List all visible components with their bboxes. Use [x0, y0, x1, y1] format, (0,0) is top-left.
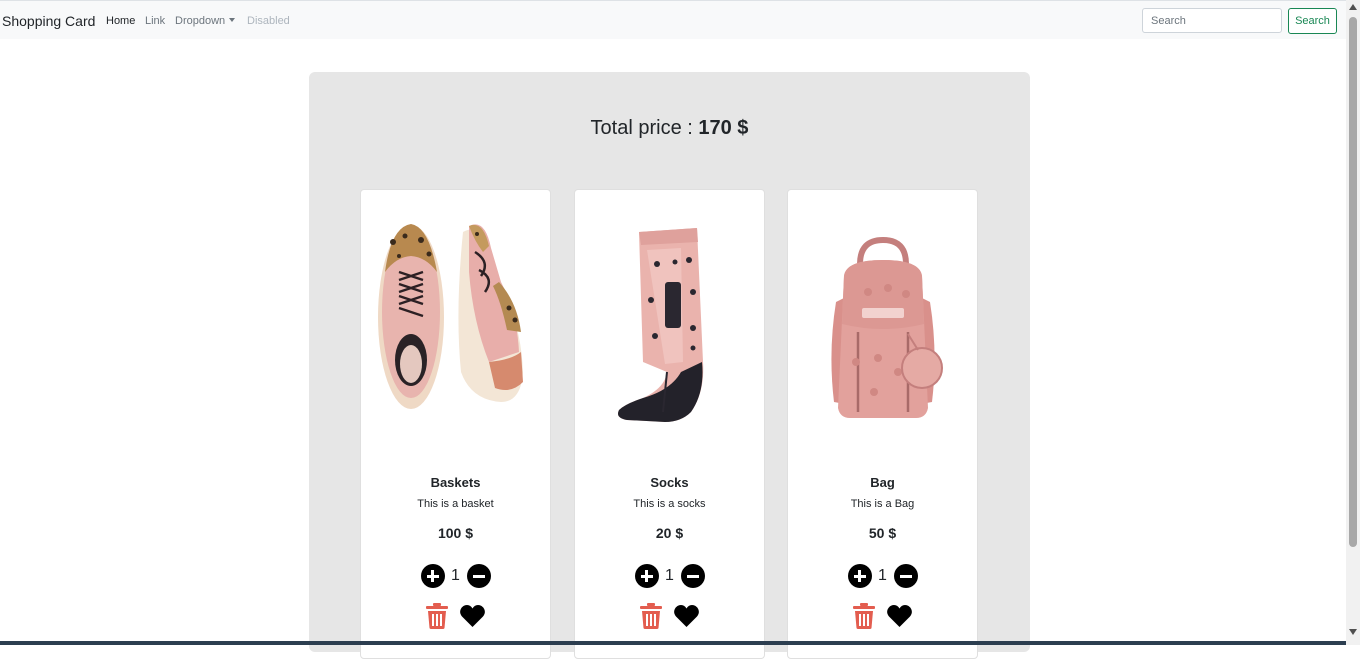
nav-dropdown-label: Dropdown: [175, 15, 226, 27]
scroll-thumb[interactable]: [1349, 17, 1357, 547]
card-actions: [361, 602, 550, 630]
quantity-value: 1: [878, 567, 887, 584]
total-price: Total price : 170 $: [309, 116, 1030, 140]
search-button[interactable]: Search: [1288, 8, 1337, 34]
product-card: Baskets This is a basket 100 $ 1: [360, 189, 551, 659]
product-price: 100 $: [437, 525, 474, 541]
minus-circle-icon[interactable]: [680, 564, 705, 588]
plus-circle-icon[interactable]: [634, 564, 659, 588]
quantity-stepper: 1: [575, 564, 764, 588]
heart-icon[interactable]: [460, 605, 485, 627]
product-card: Socks This is a socks 20 $ 1: [574, 189, 765, 659]
pink-backpack-image: [831, 236, 943, 418]
product-price: 50 $: [868, 525, 897, 541]
card-actions: [788, 602, 977, 630]
product-description: This is a basket: [417, 498, 494, 510]
taskbar-edge: [0, 641, 1346, 645]
scroll-down-arrow-icon[interactable]: [1349, 629, 1357, 635]
pink-sneakers-image: [378, 224, 523, 409]
quantity-value: 1: [665, 567, 674, 584]
quantity-stepper: 1: [788, 564, 977, 588]
navbar: Shopping Card Home Link Dropdown Disable…: [0, 0, 1346, 39]
plus-circle-icon[interactable]: [847, 564, 872, 588]
product-name: Bag: [870, 475, 895, 490]
card-actions: [575, 602, 764, 630]
navbar-brand[interactable]: Shopping Card: [2, 12, 95, 30]
quantity-value: 1: [451, 567, 460, 584]
pink-sock-image: [618, 228, 704, 422]
scroll-up-arrow-icon[interactable]: [1349, 4, 1357, 10]
nav-link-disabled: Disabled: [247, 15, 290, 27]
product-name: Baskets: [430, 475, 481, 490]
search-input[interactable]: [1142, 8, 1282, 33]
product-description: This is a socks: [633, 498, 706, 510]
page-scrollbar[interactable]: [1346, 0, 1360, 645]
trash-icon[interactable]: [853, 603, 875, 629]
minus-circle-icon[interactable]: [466, 564, 491, 588]
heart-icon[interactable]: [674, 605, 699, 627]
product-price: 20 $: [655, 525, 684, 541]
caret-down-icon: [229, 18, 236, 23]
total-price-value: 170 $: [698, 117, 749, 139]
trash-icon[interactable]: [640, 603, 662, 629]
heart-icon[interactable]: [887, 605, 912, 627]
product-description: This is a Bag: [850, 498, 915, 510]
total-price-label: Total price :: [590, 117, 693, 139]
nav-dropdown[interactable]: Dropdown: [175, 14, 236, 28]
nav-link-home[interactable]: Home: [106, 14, 135, 28]
plus-circle-icon[interactable]: [420, 564, 445, 588]
nav-link-link[interactable]: Link: [145, 14, 165, 28]
cart-panel: Total price : 170 $ Baskets This is a ba…: [309, 72, 1030, 659]
trash-icon[interactable]: [426, 603, 448, 629]
product-card: Bag This is a Bag 50 $ 1: [787, 189, 978, 659]
product-name: Socks: [650, 475, 689, 490]
quantity-stepper: 1: [361, 564, 550, 588]
minus-circle-icon[interactable]: [893, 564, 918, 588]
